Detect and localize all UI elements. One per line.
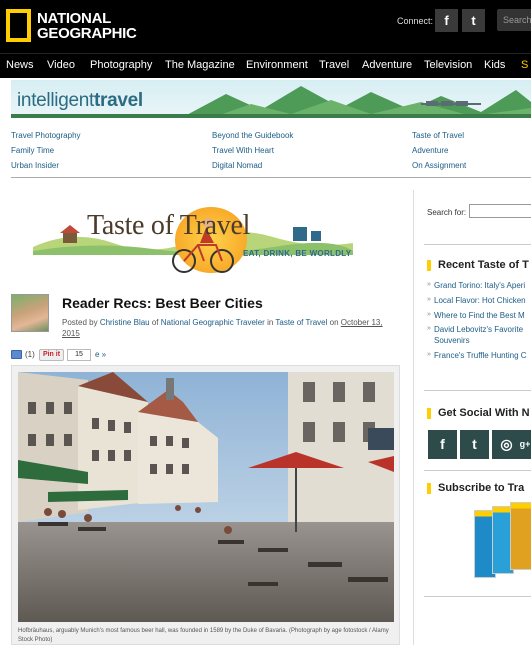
sidebar-search-input[interactable] — [469, 204, 531, 218]
sidebar-divider — [413, 190, 414, 645]
article-title: Reader Recs: Best Beer Cities — [62, 295, 263, 311]
nav-item-travel[interactable]: Travel — [319, 59, 349, 71]
divider — [11, 177, 531, 178]
logo-text-geographic: GEOGRAPHIC — [37, 24, 137, 42]
nav-item-television[interactable]: Television — [424, 59, 472, 71]
recent-post-item[interactable]: Local Flavor: Hot Chicken — [427, 296, 526, 305]
sidebar-rule — [424, 470, 531, 471]
recent-post-item[interactable]: David Lebovitz's Favorite — [427, 325, 523, 334]
social-heading: Get Social With N — [427, 407, 530, 419]
article-photo[interactable] — [18, 372, 394, 622]
site-header: NATIONAL GEOGRAPHIC Connect: f t Search — [0, 0, 531, 53]
link-taste-of-travel[interactable]: Taste of Travel — [412, 131, 464, 140]
googleplus-icon[interactable]: g+ — [519, 430, 531, 459]
sidebar-rule — [424, 596, 531, 597]
link-digital-nomad[interactable]: Digital Nomad — [212, 161, 262, 170]
section-logo-tagline: EAT, DRINK, BE WORLDLY — [243, 249, 352, 258]
nav-item-photography[interactable]: Photography — [90, 59, 152, 71]
nav-item-adventure[interactable]: Adventure — [362, 59, 412, 71]
nav-item-news[interactable]: News — [6, 59, 34, 71]
author-link[interactable]: Christine Blau — [100, 318, 150, 327]
logo-text-national: NATIONAL — [37, 9, 111, 27]
nav-item-video[interactable]: Video — [47, 59, 75, 71]
twitter-icon[interactable]: t — [462, 9, 485, 32]
nav-item-truncated[interactable]: S — [521, 59, 528, 71]
recent-post-item[interactable]: France's Truffle Hunting C — [427, 351, 527, 360]
instagram-icon[interactable]: ◎ — [492, 430, 521, 459]
photo-caption: Hofbräuhaus, arguably Munich's most famo… — [18, 628, 389, 643]
natgeo-logo[interactable]: NATIONAL GEOGRAPHIC — [6, 9, 137, 42]
share-toolbar: (1) Pin it 15 e » — [11, 349, 400, 363]
banner-title: intelligenttravel — [17, 90, 143, 111]
article-byline: Posted by Christine Blau of National Geo… — [62, 318, 383, 338]
section-logo-title: Taste of Travel — [87, 210, 251, 241]
share-more-link[interactable]: e » — [95, 350, 106, 359]
recent-posts-heading: Recent Taste of T — [427, 259, 529, 271]
recent-post-item[interactable]: Where to Find the Best M — [427, 311, 525, 320]
magazine-cover — [510, 502, 531, 570]
connect-label: Connect: — [397, 16, 434, 26]
intelligent-travel-banner[interactable]: intelligenttravel — [11, 80, 531, 118]
link-on-assignment[interactable]: On Assignment — [412, 161, 466, 170]
recent-post-item-continued[interactable]: Souvenirs — [427, 336, 470, 345]
nav-item-kids[interactable]: Kids — [484, 59, 505, 71]
hofbrauhaus-photo-illustration — [18, 372, 394, 622]
link-urban-insider[interactable]: Urban Insider — [11, 161, 59, 170]
link-beyond-guidebook[interactable]: Beyond the Guidebook — [212, 131, 293, 140]
nav-item-environment[interactable]: Environment — [246, 59, 308, 71]
article-photo-container: Hofbräuhaus, arguably Munich's most famo… — [11, 365, 400, 645]
nav-item-magazine[interactable]: The Magazine — [165, 59, 235, 71]
link-family-time[interactable]: Family Time — [11, 146, 54, 155]
publication-link[interactable]: National Geographic Traveler — [161, 318, 265, 327]
sidebar-rule — [424, 244, 531, 245]
comment-count[interactable]: (1) — [25, 350, 35, 359]
link-travel-photography[interactable]: Travel Photography — [11, 131, 81, 140]
link-travel-with-heart[interactable]: Travel With Heart — [212, 146, 274, 155]
main-nav: News Video Photography The Magazine Envi… — [0, 53, 531, 78]
sidebar-rule — [424, 390, 531, 391]
twitter-icon[interactable]: t — [460, 430, 489, 459]
sidebar-search-label: Search for: — [427, 208, 467, 217]
author-avatar[interactable] — [11, 294, 49, 332]
facebook-icon[interactable]: f — [435, 9, 458, 32]
pin-count: 15 — [67, 349, 91, 361]
search-input[interactable]: Search — [497, 9, 531, 31]
category-link[interactable]: Taste of Travel — [275, 318, 327, 327]
link-adventure[interactable]: Adventure — [412, 146, 448, 155]
recent-post-item[interactable]: Grand Torino: Italy's Aperi — [427, 281, 525, 290]
pinterest-button[interactable]: Pin it — [39, 349, 64, 361]
yellow-border-icon — [6, 9, 31, 42]
facebook-icon[interactable]: f — [428, 430, 457, 459]
comment-icon[interactable] — [11, 350, 22, 359]
subscribe-heading: Subscribe to Tra — [427, 482, 524, 494]
